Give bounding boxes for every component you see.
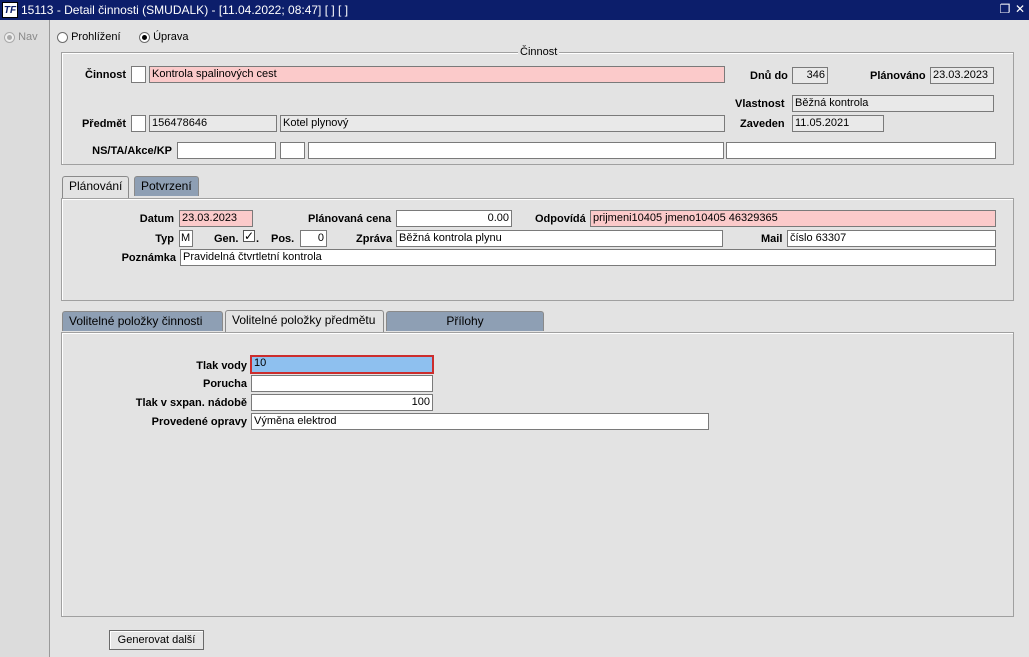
radio-edit-icon xyxy=(139,31,150,43)
cena-label: Plánovaná cena xyxy=(308,213,392,225)
nav-radio-icon xyxy=(4,31,15,43)
cena-field[interactable]: 0.00 xyxy=(396,210,512,227)
opravy-field[interactable]: Výměna elektrod xyxy=(251,413,709,430)
nav-radio[interactable]: Nav xyxy=(4,31,38,43)
ns-label: NS/TA/Akce/KP xyxy=(92,145,172,157)
tab-volitelne-cinnosti[interactable]: Volitelné položky činnosti xyxy=(62,311,223,331)
predmet-label: Předmět xyxy=(81,118,126,130)
mode-browse[interactable]: Prohlížení xyxy=(57,31,121,43)
tlak-nadobe-field[interactable]: 100 xyxy=(251,394,433,411)
nav-label: Nav xyxy=(18,31,38,44)
predmet-name-field: Kotel plynový xyxy=(280,115,725,132)
poznamka-field[interactable]: Pravidelná čtvrtletní kontrola xyxy=(180,249,996,266)
tab-volitelne-predmetu[interactable]: Volitelné položky předmětu xyxy=(225,310,384,334)
zaveden-label: Zaveden xyxy=(740,118,785,130)
odpovida-field[interactable]: prijmeni10405 jmeno10405 46329365 xyxy=(590,210,996,227)
datum-label: Datum xyxy=(139,213,174,225)
porucha-field[interactable] xyxy=(251,375,433,392)
porucha-label: Porucha xyxy=(202,378,247,390)
planovano-field: 23.03.2023 xyxy=(930,67,994,84)
tlak-nadobe-label: Tlak v sxpan. nádobě xyxy=(135,397,247,409)
close-icon[interactable]: ✕ xyxy=(1013,2,1027,16)
mode-browse-label: Prohlížení xyxy=(71,31,121,44)
tlak-vody-field[interactable]: 10 xyxy=(250,355,434,374)
pos-label: Pos. xyxy=(271,233,295,245)
planovano-label: Plánováno xyxy=(870,70,926,82)
poznamka-label: Poznámka xyxy=(121,252,176,264)
tab-planovani[interactable]: Plánování xyxy=(62,176,130,200)
restore-icon[interactable]: ❐ xyxy=(998,2,1012,16)
cinnost-field[interactable]: Kontrola spalinových cest xyxy=(149,66,725,83)
predmet-code-field[interactable]: 156478646 xyxy=(149,115,277,132)
zprava-label: Zpráva xyxy=(356,233,393,245)
kp-field[interactable] xyxy=(726,142,996,159)
vlastnost-label: Vlastnost xyxy=(735,98,785,110)
predmet-lov-button[interactable] xyxy=(131,115,146,132)
mail-field[interactable]: číslo 63307 xyxy=(787,230,996,247)
optional-frame xyxy=(61,332,1014,617)
zprava-field[interactable]: Běžná kontrola plynu xyxy=(396,230,723,247)
dnu-do-field: 346 xyxy=(792,67,828,84)
left-nav: Nav xyxy=(0,20,50,657)
datum-field[interactable]: 23.03.2023 xyxy=(179,210,253,227)
window-title: 15113 - Detail činnosti (SMUDALK) - [11.… xyxy=(21,3,349,17)
cinnost-lov-button[interactable] xyxy=(131,66,146,83)
typ-label: Typ xyxy=(155,233,174,245)
typ-field[interactable]: M xyxy=(179,230,193,247)
tab-potvrzeni[interactable]: Potvrzení xyxy=(134,176,199,196)
pos-field[interactable]: 0 xyxy=(300,230,327,247)
mail-label: Mail xyxy=(761,233,783,245)
opravy-label: Provedené opravy xyxy=(151,416,247,428)
mode-edit-label: Úprava xyxy=(153,31,189,44)
dnu-do-label: Dnů do xyxy=(750,70,788,82)
generate-next-button[interactable]: Generovat další xyxy=(109,630,204,650)
tlak-vody-label: Tlak vody xyxy=(196,360,247,372)
zaveden-field: 11.05.2021 xyxy=(792,115,884,132)
app-logo-icon: TF xyxy=(2,2,18,18)
vlastnost-field: Běžná kontrola xyxy=(792,95,994,112)
tab-prilohy[interactable]: Přílohy xyxy=(386,311,544,331)
ns-field[interactable] xyxy=(177,142,276,159)
cinnost-label: Činnost xyxy=(85,69,126,81)
gen-checkbox[interactable]: ✓ xyxy=(243,230,255,242)
odpovida-label: Odpovídá xyxy=(535,213,586,225)
gen-dot: . xyxy=(256,233,260,245)
ta-field[interactable] xyxy=(280,142,305,159)
gen-label: Gen. xyxy=(214,233,239,245)
radio-browse-icon xyxy=(57,31,68,43)
mode-edit[interactable]: Úprava xyxy=(139,31,189,43)
akce-field[interactable] xyxy=(308,142,724,159)
window-titlebar: TF 15113 - Detail činnosti (SMUDALK) - [… xyxy=(0,0,1029,20)
activity-frame-title: Činnost xyxy=(518,46,560,58)
